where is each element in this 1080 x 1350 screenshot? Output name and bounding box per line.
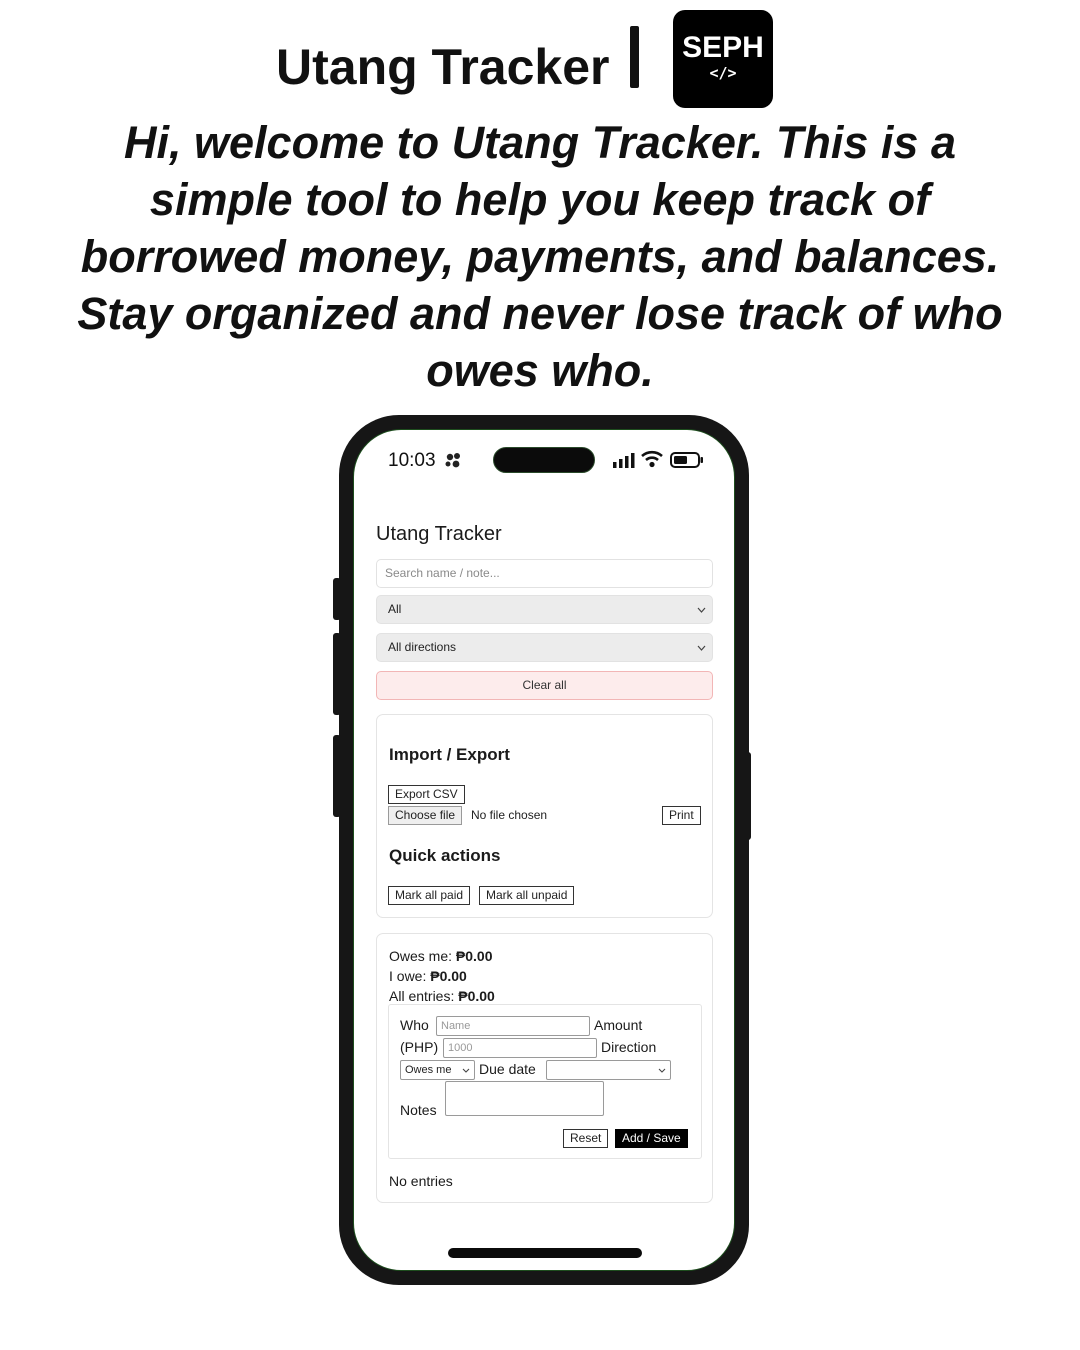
- notes-label: Notes: [400, 1102, 437, 1118]
- owes-me-row: Owes me: ₱0.00: [389, 946, 495, 966]
- amount-label: Amount: [594, 1017, 643, 1033]
- i-owe-row: I owe: ₱0.00: [389, 966, 495, 986]
- chevron-down-icon: [697, 645, 706, 651]
- amount-input[interactable]: 1000: [443, 1038, 597, 1058]
- direction-filter-value: All directions: [388, 640, 457, 654]
- tools-card: Import / Export Export CSV Choose file N…: [376, 714, 713, 918]
- entry-form: Who Name Amount (PHP) 1000 Direction Owe…: [388, 1004, 702, 1159]
- totals-summary: Owes me: ₱0.00 I owe: ₱0.00 All entries:…: [389, 946, 495, 1006]
- wifi-icon: [641, 450, 663, 468]
- file-status: No file chosen: [471, 808, 548, 822]
- search-input[interactable]: Search name / note...: [376, 559, 713, 588]
- status-filter-value: All: [388, 602, 402, 616]
- empty-state: No entries: [389, 1173, 453, 1189]
- direction-filter-select[interactable]: All directions: [376, 633, 713, 662]
- i-owe-label: I owe:: [389, 968, 427, 984]
- status-filter-select[interactable]: All: [376, 595, 713, 624]
- home-indicator[interactable]: [448, 1248, 642, 1258]
- all-entries-label: All entries:: [389, 988, 455, 1004]
- due-date-select[interactable]: [546, 1060, 671, 1080]
- notes-textarea[interactable]: [445, 1081, 604, 1116]
- direction-select-value: Owes me: [405, 1064, 452, 1076]
- notification-icon: [445, 453, 460, 468]
- reset-button[interactable]: Reset: [563, 1129, 609, 1148]
- chevron-down-icon: [658, 1068, 666, 1073]
- page-header: Utang Tracker SEPH </>: [0, 8, 1080, 110]
- intro-text: Hi, welcome to Utang Tracker. This is a …: [77, 117, 1003, 396]
- signal-icon: [613, 453, 635, 468]
- choose-file-button[interactable]: Choose file: [388, 806, 463, 825]
- due-date-label: Due date: [479, 1061, 536, 1077]
- all-entries-row: All entries: ₱0.00: [389, 986, 495, 1006]
- owes-me-value: ₱0.00: [455, 948, 493, 964]
- who-input[interactable]: Name: [436, 1016, 590, 1036]
- status-time: 10:03: [388, 450, 436, 471]
- print-button[interactable]: Print: [662, 806, 701, 825]
- title-divider: [630, 26, 639, 88]
- mark-all-unpaid-button[interactable]: Mark all unpaid: [479, 886, 575, 905]
- mark-all-paid-button[interactable]: Mark all paid: [388, 886, 471, 905]
- code-icon: </>: [709, 64, 737, 82]
- direction-label: Direction: [601, 1039, 657, 1055]
- all-entries-value: ₱0.00: [458, 988, 495, 1004]
- direction-select[interactable]: Owes me: [400, 1060, 475, 1080]
- phone-screen: 10:03 Utang Tracker Search name / note..…: [353, 429, 735, 1271]
- dynamic-island: [493, 447, 595, 473]
- logo-text: SEPH: [682, 31, 764, 64]
- i-owe-value: ₱0.00: [430, 968, 467, 984]
- add-save-button[interactable]: Add / Save: [615, 1129, 688, 1148]
- battery-icon: [670, 452, 703, 468]
- quick-actions-heading: Quick actions: [389, 846, 501, 865]
- page-title: Utang Tracker: [276, 39, 610, 95]
- import-export-heading: Import / Export: [389, 745, 510, 764]
- clear-all-button[interactable]: Clear all: [376, 671, 713, 700]
- entries-card: Owes me: ₱0.00 I owe: ₱0.00 All entries:…: [376, 933, 713, 1203]
- owes-me-label: Owes me:: [389, 948, 453, 964]
- phone-frame: 10:03 Utang Tracker Search name / note..…: [339, 415, 749, 1285]
- php-label: (PHP): [400, 1039, 439, 1055]
- who-label: Who: [400, 1017, 429, 1033]
- app-title: Utang Tracker: [376, 523, 502, 545]
- export-csv-button[interactable]: Export CSV: [388, 785, 465, 804]
- seph-logo: SEPH </>: [673, 10, 773, 108]
- chevron-down-icon: [697, 607, 706, 613]
- chevron-down-icon: [462, 1068, 470, 1073]
- status-bar: 10:03: [354, 430, 734, 490]
